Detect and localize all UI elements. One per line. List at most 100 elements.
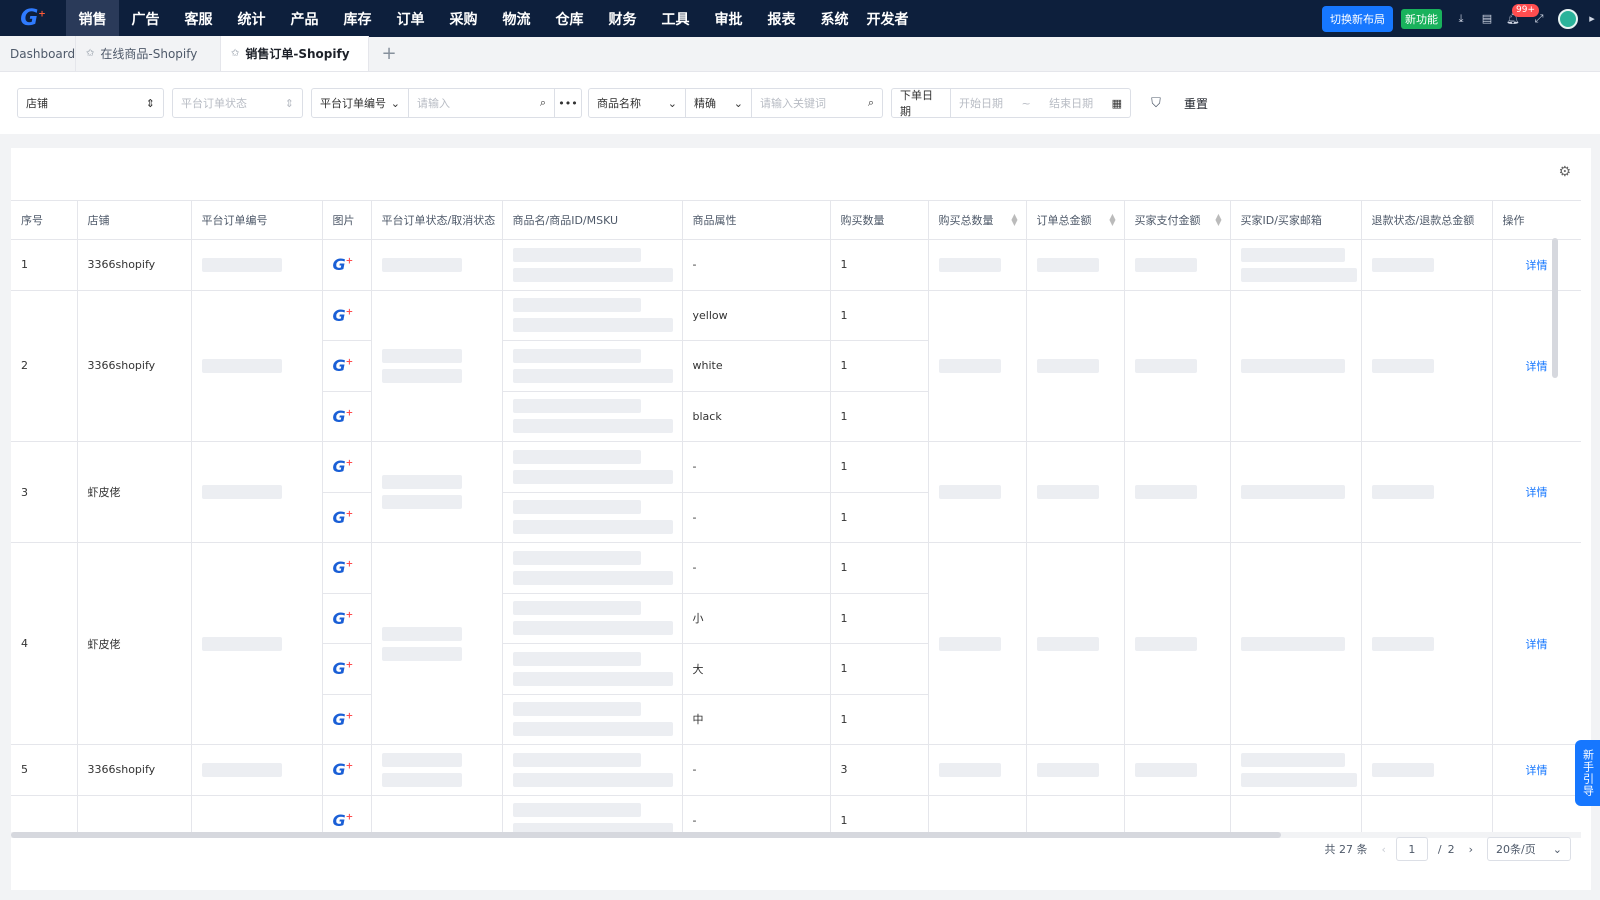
cell-product	[502, 744, 683, 796]
loading-placeholder	[1240, 485, 1345, 499]
next-page-icon[interactable]: ›	[1469, 843, 1473, 856]
product-image[interactable]: G+	[333, 407, 354, 426]
tab-online-products[interactable]: ✩ 在线商品-Shopify	[76, 36, 221, 71]
keyword-input[interactable]: 请输入关键词 ⌕	[752, 88, 883, 118]
reset-button[interactable]: 重置	[1171, 95, 1221, 112]
column-header[interactable]: 购买总数量 ▲ ▼	[928, 200, 1027, 240]
loading-placeholder	[512, 823, 673, 832]
menu-item[interactable]: 客服	[172, 0, 225, 37]
product-image[interactable]: G+	[333, 306, 354, 325]
avatar[interactable]	[1558, 8, 1578, 29]
menu-item[interactable]: 工具	[649, 0, 702, 37]
platform-status-select[interactable]: 平台订单状态 ⇕	[172, 88, 303, 118]
menu-item[interactable]: 统计	[225, 0, 278, 37]
menu-item[interactable]: 订单	[384, 0, 437, 37]
order-no-field-select[interactable]: 平台订单编号 ⌄	[311, 88, 409, 118]
cell-buyer	[1230, 239, 1362, 291]
product-image[interactable]: G+	[333, 508, 354, 527]
loading-placeholder	[201, 257, 282, 272]
menu-item[interactable]: 系统	[808, 0, 861, 37]
loading-placeholder	[381, 646, 462, 661]
search-icon[interactable]: ⌕	[868, 96, 874, 110]
cell-seq	[11, 795, 78, 832]
loading-placeholder	[512, 772, 673, 787]
menu-item[interactable]: 产品	[278, 0, 331, 37]
tab-sales-orders[interactable]: ✩ 销售订单-Shopify	[221, 36, 369, 71]
sort-icon[interactable]: ▲ ▼	[1215, 213, 1221, 227]
date-range-picker[interactable]: 开始日期 ~ 结束日期 ▦	[951, 88, 1131, 118]
menu-item[interactable]: 采购	[437, 0, 490, 37]
scrollbar-thumb[interactable]	[11, 832, 1281, 838]
menu-item[interactable]: 报表	[755, 0, 808, 37]
product-image[interactable]: G+	[333, 255, 354, 274]
cell-status	[371, 441, 503, 543]
new-feature-button[interactable]: 新功能	[1401, 8, 1442, 29]
sort-icon[interactable]: ▲ ▼	[1109, 213, 1115, 227]
add-tab-button[interactable]: +	[369, 36, 409, 71]
table-row: 5 3366shopify G+ -3 详情	[11, 744, 1581, 796]
pin-icon[interactable]: ✩	[231, 48, 239, 59]
product-image[interactable]: G+	[333, 457, 354, 476]
menu-item[interactable]: 财务	[596, 0, 649, 37]
column-header[interactable]: 买家支付金额 ▲ ▼	[1124, 200, 1231, 240]
cell-shop: 3366shopify	[77, 239, 192, 291]
tab-dashboard[interactable]: Dashboard	[0, 36, 76, 71]
match-mode-select[interactable]: 精确 ⌄	[686, 88, 752, 118]
product-image[interactable]: G+	[333, 760, 354, 779]
product-field-select[interactable]: 商品名称 ⌄	[588, 88, 686, 118]
total-pages: 2	[1447, 842, 1455, 856]
cell-refund	[1361, 290, 1493, 442]
menu-item[interactable]: 库存	[331, 0, 384, 37]
product-image[interactable]: G+	[333, 710, 354, 729]
app-logo[interactable]: G+	[0, 0, 66, 37]
download-icon[interactable]: ⤓	[1448, 0, 1474, 37]
product-image[interactable]: G+	[333, 811, 354, 830]
pin-icon[interactable]: ✩	[86, 48, 94, 59]
cell-attr: -	[682, 744, 831, 796]
loading-placeholder	[1036, 485, 1099, 499]
loading-placeholder	[1036, 358, 1099, 373]
beginner-guide-button[interactable]: 新手引导	[1575, 740, 1600, 806]
detail-link[interactable]: 详情	[1492, 744, 1581, 796]
search-icon[interactable]: ⌕	[540, 96, 546, 110]
loading-placeholder	[1240, 772, 1357, 787]
fullscreen-icon[interactable]: ⤢	[1526, 0, 1552, 37]
caret-right-icon[interactable]: ▸	[1584, 0, 1600, 37]
bell-icon[interactable]: 🔔︎ 99+	[1500, 0, 1539, 37]
product-image[interactable]: G+	[333, 356, 354, 375]
menu-item[interactable]: 审批	[702, 0, 755, 37]
gear-icon[interactable]: ⚙	[1558, 164, 1571, 180]
detail-link[interactable]	[1492, 795, 1581, 832]
filter-icon[interactable]: ⛉	[1141, 96, 1171, 111]
loading-placeholder	[381, 495, 462, 509]
shop-select[interactable]: 店铺 ⇕	[17, 88, 164, 118]
column-header-label: 购买总数量	[938, 214, 994, 227]
menu-item[interactable]: 广告	[119, 0, 172, 37]
column-header-label: 平台订单状态/取消状态	[381, 214, 496, 227]
menu-item[interactable]: 仓库	[543, 0, 596, 37]
product-image[interactable]: G+	[333, 659, 354, 678]
menu-item[interactable]: 物流	[490, 0, 543, 37]
detail-link[interactable]: 详情	[1492, 290, 1581, 442]
product-image[interactable]: G+	[333, 558, 354, 577]
menu-item[interactable]: 销售	[66, 0, 119, 37]
detail-link[interactable]: 详情	[1492, 441, 1581, 543]
more-options-button[interactable]: •••	[555, 88, 582, 118]
detail-link[interactable]: 详情	[1492, 542, 1581, 745]
cell-attr: -	[682, 441, 831, 493]
page-input[interactable]: 1	[1395, 837, 1428, 861]
chevron-down-icon: ⌄	[390, 96, 400, 110]
document-icon[interactable]: ▤	[1474, 0, 1500, 37]
page-size-select[interactable]: 20条/页 ⌄	[1487, 837, 1571, 861]
menu-item[interactable]: 开发者	[861, 0, 914, 37]
prev-page-icon[interactable]: ‹	[1381, 843, 1385, 856]
order-no-input[interactable]: 请输入 ⌕	[409, 88, 555, 118]
cell-product	[502, 694, 683, 745]
product-image[interactable]: G+	[333, 609, 354, 628]
column-header[interactable]: 订单总金额 ▲ ▼	[1026, 200, 1125, 240]
sort-icon[interactable]: ▲ ▼	[1011, 213, 1017, 227]
cell-attr: -	[682, 542, 831, 594]
detail-link[interactable]: 详情	[1492, 239, 1581, 291]
switch-layout-button[interactable]: 切换新布局	[1322, 5, 1393, 32]
vertical-scrollbar[interactable]	[1552, 238, 1558, 378]
